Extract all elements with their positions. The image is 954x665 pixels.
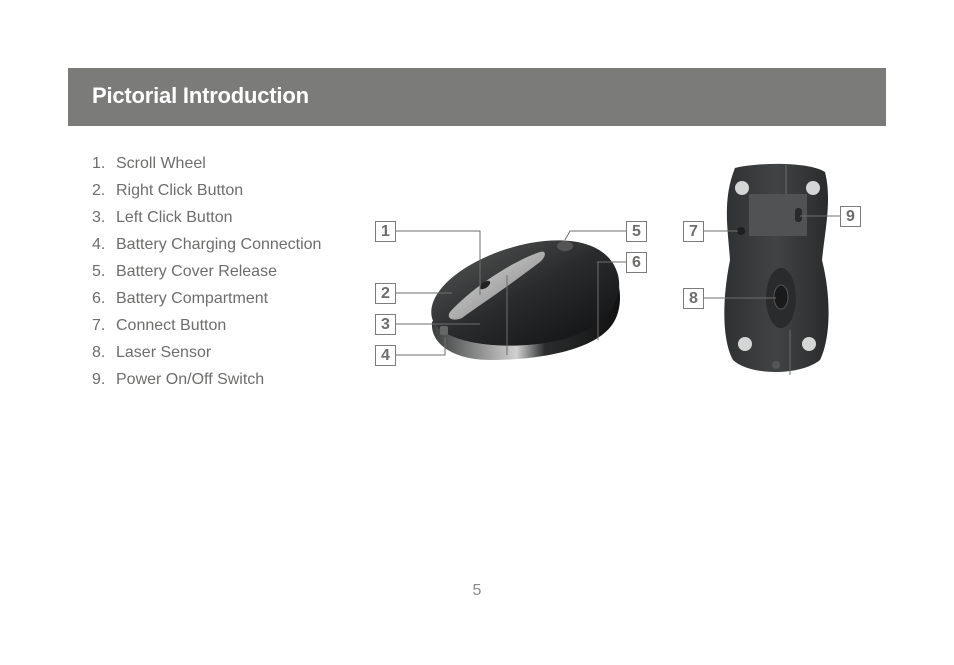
callout-5: 5 [626,221,647,242]
list-item: 8. Laser Sensor [92,343,321,370]
callout-leader-lines [396,165,840,375]
mouse-bottom-view [724,163,829,372]
item-label: Battery Compartment [116,290,269,307]
item-label: Laser Sensor [116,344,212,361]
foot-pad-icon [735,181,749,195]
page-number: 5 [472,582,482,599]
parts-list: 1. Scroll Wheel 2. Right Click Button 3. Le… [92,154,321,397]
item-number: 5. [92,263,106,280]
mouse-top-view [431,240,620,360]
item-label: Power On/Off Switch [116,371,265,388]
foot-pad-icon [738,337,752,351]
item-number: 6. [92,290,106,307]
item-label: Scroll Wheel [116,155,206,172]
button-strip [448,251,545,320]
item-label: Right Click Button [116,182,244,199]
foot-pad-icon [806,181,820,195]
callout-8: 8 [683,288,704,309]
battery-compartment-cover [749,194,807,236]
callout-3: 3 [375,314,396,335]
item-number: 1. [92,155,106,172]
list-item: 3. Left Click Button [92,208,321,235]
callout-6: 6 [626,252,647,273]
list-item: 7. Connect Button [92,316,321,343]
page-title: Pictorial Introduction [92,83,309,108]
sensor-well [766,268,796,328]
item-number: 2. [92,182,106,199]
callout-2: 2 [375,283,396,304]
list-item: 2. Right Click Button [92,181,321,208]
item-number: 4. [92,236,106,253]
connect-button-icon [737,227,745,235]
item-number: 9. [92,371,106,388]
item-number: 3. [92,209,106,226]
item-label: Battery Charging Connection [116,236,322,253]
battery-cover-release-icon [557,241,573,251]
list-item: 5. Battery Cover Release [92,262,321,289]
screw-icon [772,361,780,369]
power-switch-icon [795,208,802,222]
list-item: 9. Power On/Off Switch [92,370,321,397]
charging-port-icon [440,326,448,335]
laser-sensor-icon [773,284,789,310]
section-header-banner: Pictorial Introduction [68,68,886,126]
list-item: 4. Battery Charging Connection [92,235,321,262]
item-label: Battery Cover Release [116,263,277,280]
scroll-wheel-icon [479,280,491,290]
item-number: 8. [92,344,106,361]
list-item: 1. Scroll Wheel [92,154,321,181]
callout-1: 1 [375,221,396,242]
callout-9: 9 [840,206,861,227]
callout-4: 4 [375,345,396,366]
item-number: 7. [92,317,106,334]
item-label: Left Click Button [116,209,233,226]
foot-pad-icon [802,337,816,351]
item-label: Connect Button [116,317,227,334]
callout-7: 7 [683,221,704,242]
list-item: 6. Battery Compartment [92,289,321,316]
